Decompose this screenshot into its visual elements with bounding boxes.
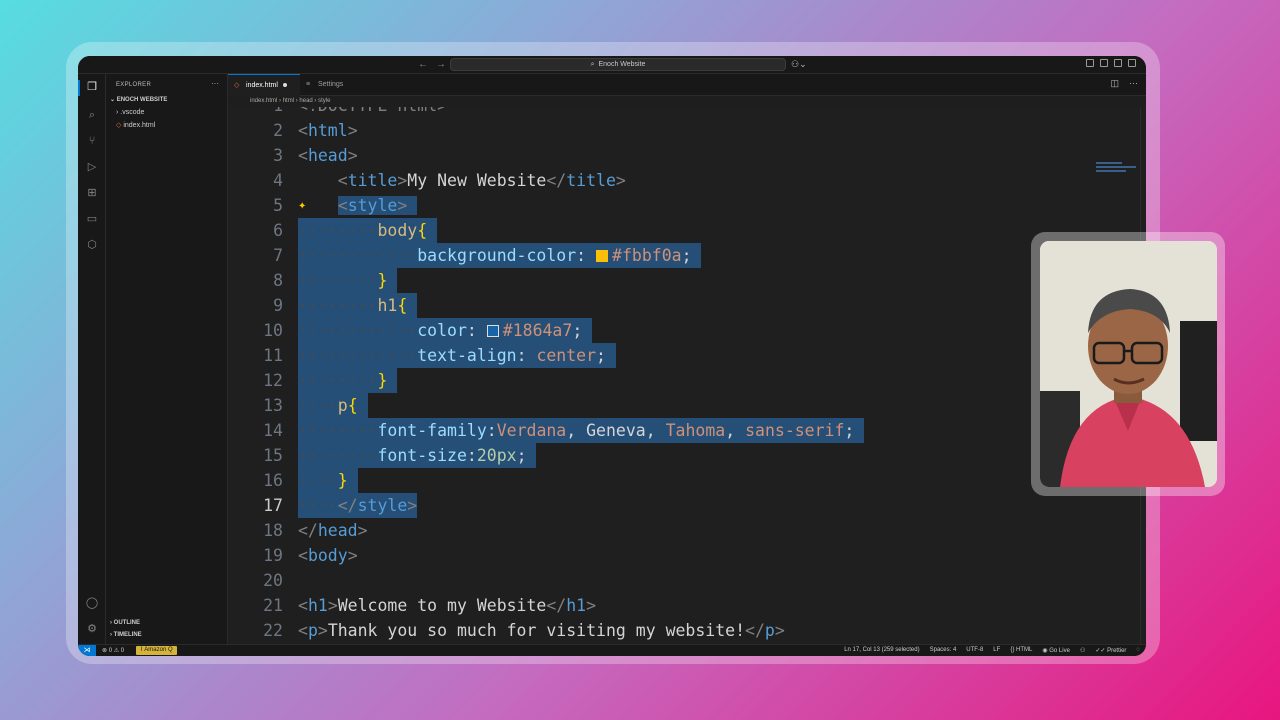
html-file-icon: ◇ (234, 82, 240, 89)
code-line-1: 1<!DOCTYPE html> (228, 107, 1146, 118)
tab-settings[interactable]: ≡ Settings (300, 74, 360, 96)
code-line-12: 12 ········} (228, 368, 1146, 393)
timeline-section[interactable]: › TIMELINE (110, 632, 142, 638)
color-swatch-1864a7[interactable] (486, 325, 499, 337)
problems-indicator[interactable]: ⊗ 0 ⚠ 0 (102, 647, 124, 654)
explorer-sidebar: EXPLORER ··· ⌄ ENOCH WEBSITE › .vscode ◇… (106, 74, 228, 644)
code-line-17: 17 ····</style> (228, 493, 1146, 518)
workspace-folder[interactable]: ⌄ ENOCH WEBSITE (110, 96, 167, 103)
breadcrumb-head[interactable]: head (299, 98, 312, 104)
code-line-21: 21 <h1>Welcome to my Website</h1> (263, 596, 597, 615)
end-of-line[interactable]: LF (993, 647, 1000, 654)
forward-arrow-icon[interactable]: → (436, 59, 446, 70)
language-mode[interactable]: {} HTML (1010, 647, 1032, 654)
code-line-22: 22 <p>Thank you so much for visiting my w… (263, 621, 785, 640)
chevron-down-icon: ⌄ (110, 97, 117, 103)
code-line-13: 13 ····p{ (228, 393, 1146, 418)
layout-controls (1086, 59, 1136, 67)
run-debug-icon[interactable]: ▷ (85, 160, 99, 174)
nav-arrows: ← → (418, 59, 446, 70)
breadcrumb-style[interactable]: style (318, 98, 330, 104)
breadcrumb-html[interactable]: html (283, 98, 294, 104)
remote-indicator-icon[interactable]: ⋊ (78, 645, 96, 656)
broadcast-icon: ◉ (1042, 648, 1048, 654)
code-editor[interactable]: 1<!DOCTYPE html> 2<html> 3<head> 4 <titl… (228, 107, 1146, 644)
code-line-8: 8 ········} (228, 268, 1146, 293)
code-line-6: 6 ········body{ (228, 218, 1146, 243)
code-line-7: 7 ············background-color: #fbbf0a; (228, 243, 1146, 268)
code-line-2: 2 <html> (273, 121, 358, 140)
error-icon: ⊗ (102, 648, 108, 654)
cursor-position[interactable]: Ln 17, Col 13 (259 selected) (844, 647, 919, 654)
code-line-19: 19 <body> (263, 546, 358, 565)
copilot-icon[interactable]: ⚇⌄ (791, 59, 807, 70)
indentation[interactable]: Spaces: 4 (930, 647, 957, 654)
code-line-15: 15 ········font-size:20px; (228, 443, 1146, 468)
code-line-1-text: <!DOCTYPE html> (298, 107, 447, 118)
explorer-icon[interactable]: ❐ (85, 80, 99, 94)
code-line-10: 10 ············color: #1864a7; (228, 318, 1146, 343)
encoding[interactable]: UTF-8 (966, 647, 983, 654)
code-line-4: 4 <title>My New Website</title> (273, 171, 626, 190)
more-actions-icon[interactable]: ··· (1129, 78, 1138, 89)
code-line-16: 16 ····} (228, 468, 1146, 493)
breadcrumb-file[interactable]: index.html (250, 98, 277, 104)
amazon-q-icon: ⌇ (140, 647, 143, 653)
code-line-9: 9 ········h1{ (228, 293, 1146, 318)
lightbulb-icon[interactable]: ✦ (298, 201, 306, 212)
code-line-14: 14 ········font-family:Verdana, Geneva, T… (228, 418, 1146, 443)
minimap[interactable] (1096, 160, 1142, 180)
code-line-3: 3 <head> (273, 146, 358, 165)
outline-section[interactable]: › OUTLINE (110, 620, 140, 626)
layout-panel-icon[interactable] (1086, 59, 1094, 67)
code-line-11: 11 ············text-align: center; (228, 343, 1146, 368)
tab-index-html[interactable]: ◇ index.html (228, 74, 300, 96)
notifications-bell-icon[interactable]: ◌ (1136, 647, 1140, 654)
tree-item-index-html[interactable]: ◇ index.html (116, 121, 155, 129)
webcam-video (1040, 241, 1217, 487)
unsaved-dot-icon[interactable] (282, 83, 287, 88)
warning-icon: ⚠ (113, 648, 120, 654)
presenter-image (1040, 241, 1217, 487)
go-live-button[interactable]: ◉ Go Live (1042, 647, 1070, 654)
editor-tabs: ◇ index.html ≡ Settings ◫ ··· (228, 74, 1146, 96)
explorer-title: EXPLORER (116, 82, 152, 88)
command-center[interactable]: ⌕ Enoch Website (450, 58, 786, 71)
toggle-panel-icon[interactable] (1114, 59, 1122, 67)
active-indicator (78, 80, 80, 96)
status-right: Ln 17, Col 13 (259 selected) Spaces: 4 U… (844, 647, 1140, 654)
prettier-status[interactable]: ✓✓ Prettier (1095, 647, 1126, 654)
breadcrumb: index.html › html › head › style (250, 98, 331, 104)
remote-explorer-icon[interactable]: ▭ (85, 212, 99, 226)
more-actions-icon[interactable]: ··· (211, 79, 219, 88)
code-line-20: 20 (263, 571, 283, 590)
code-line-5: 5 <style> (228, 193, 1146, 218)
title-bar: ← → ⌕ Enoch Website ⚇⌄ (78, 56, 1146, 74)
color-swatch-fbbf0a[interactable] (596, 250, 609, 262)
double-check-icon: ✓✓ (1095, 648, 1106, 654)
toggle-sidebar-icon[interactable] (1100, 59, 1108, 67)
amazon-q-icon[interactable]: ⬡ (85, 238, 99, 252)
braces-icon: {} (1010, 647, 1015, 653)
split-editor-icon[interactable]: ◫ (1110, 78, 1119, 89)
back-arrow-icon[interactable]: ← (418, 59, 428, 70)
account-icon[interactable]: ◯ (85, 596, 99, 610)
amazon-q-status[interactable]: ⌇ Amazon Q (136, 646, 177, 655)
search-icon: ⌕ (590, 60, 595, 68)
toggle-secondary-sidebar-icon[interactable] (1128, 59, 1136, 67)
extensions-icon[interactable]: ⊞ (85, 186, 99, 200)
vscode-window: ← → ⌕ Enoch Website ⚇⌄ ❐ ⌕ ⑂ ▷ ⊞ ▭ ⬡ ◯ ⚙… (78, 56, 1146, 656)
code-line-18: 18 </head> (263, 521, 368, 540)
tab-actions: ◫ ··· (1110, 78, 1138, 89)
copilot-status-icon[interactable]: ⚇ (1080, 647, 1085, 654)
tree-item-vscode[interactable]: › .vscode (116, 109, 144, 116)
settings-gear-icon[interactable]: ⚙ (85, 622, 99, 636)
activity-bar: ❐ ⌕ ⑂ ▷ ⊞ ▭ ⬡ ◯ ⚙ (78, 74, 106, 644)
search-icon[interactable]: ⌕ (85, 108, 99, 122)
command-center-label: Enoch Website (598, 61, 646, 68)
status-bar: ⋊ ⊗ 0 ⚠ 0 ⌇ Amazon Q Ln 17, Col 13 (259 … (78, 644, 1146, 656)
settings-file-icon: ≡ (306, 81, 311, 88)
source-control-icon[interactable]: ⑂ (85, 134, 99, 148)
